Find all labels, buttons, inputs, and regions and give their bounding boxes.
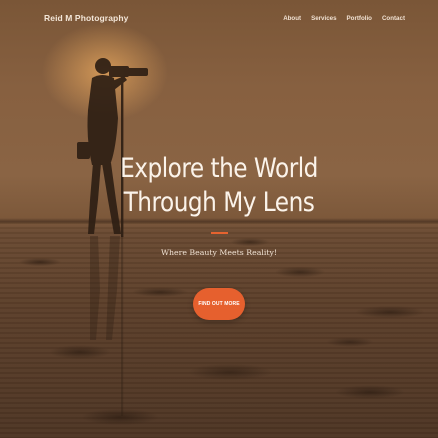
nav-link-about[interactable]: About xyxy=(283,15,301,22)
nav-link-portfolio[interactable]: Portfolio xyxy=(347,15,372,22)
nav-link-services[interactable]: Services xyxy=(311,15,336,22)
hero-tagline: Where Beauty Meets Reality! xyxy=(160,248,278,257)
hero-section: Reid M Photography About Services Portfo… xyxy=(0,0,438,438)
nav-menu: About Services Portfolio Contact xyxy=(283,15,405,22)
find-out-more-button[interactable]: FIND OUT MORE xyxy=(193,288,245,320)
brand-logo[interactable]: Reid M Photography xyxy=(44,13,128,23)
hero-headline: Explore the World Through My Lens xyxy=(120,153,318,218)
nav-link-contact[interactable]: Contact xyxy=(382,15,405,22)
top-navbar: Reid M Photography About Services Portfo… xyxy=(0,0,438,36)
hero-content: Explore the World Through My Lens Where … xyxy=(0,152,438,320)
accent-divider xyxy=(210,232,228,234)
